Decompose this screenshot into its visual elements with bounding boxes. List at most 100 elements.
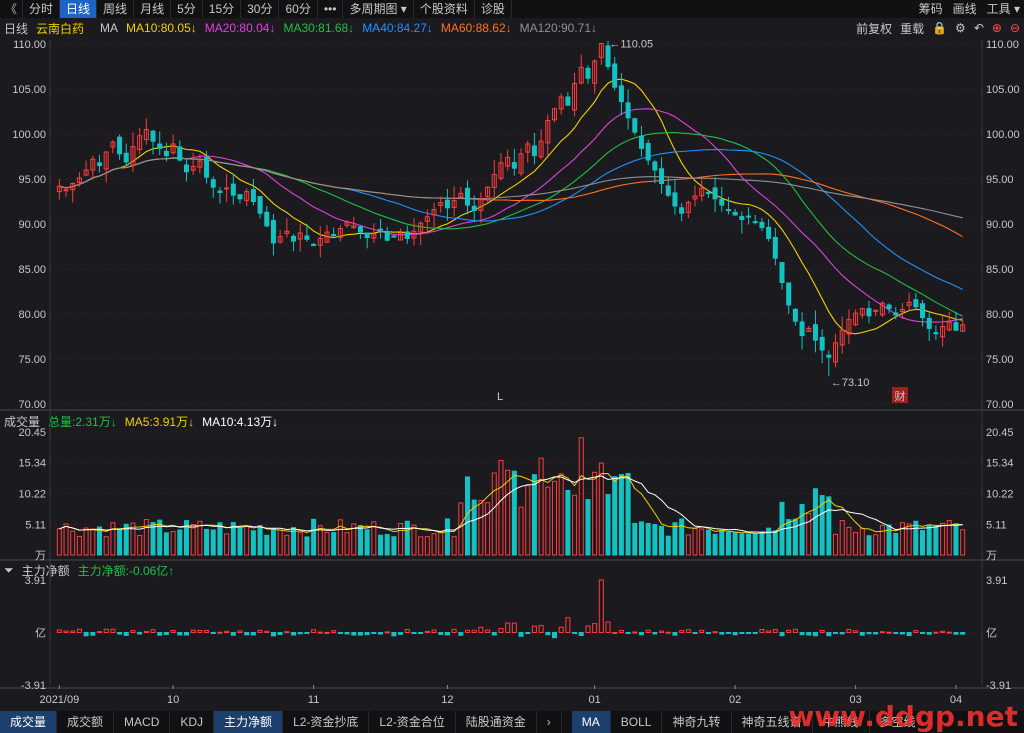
bottom-more-icon[interactable]: › [537,711,562,733]
mainflow-bar [70,630,76,633]
volume-bar [645,522,651,556]
volume-bar [56,528,62,556]
mainflow-bar [618,629,624,633]
mainflow-bar [638,632,644,636]
y-tick-label-right: 70.00 [986,399,1014,411]
volume-bar [391,536,397,556]
volume-bar [96,526,102,556]
volume-bar [424,536,430,556]
volume-bar [652,524,658,556]
tab-macd[interactable]: MACD [114,711,171,733]
candle-body [739,216,745,221]
tab-ma[interactable]: MA [571,711,611,733]
volume-bar [210,529,216,556]
mainflow-bar [746,632,752,634]
candle-body [705,191,711,194]
volume-bar [746,533,752,556]
volume-bar [190,523,196,556]
stock-chart[interactable]: 110.00 110.00 105.00 105.00 100.00 100.00 95.0… [0,0,1024,733]
mainflow-bar [705,632,711,634]
mainflow-bar [545,632,551,636]
volume-bar [866,535,872,556]
mainflow-bar [739,632,745,634]
mainflow-bar [143,630,149,634]
tab-boll[interactable]: BOLL [611,711,663,733]
mainflow-bar [511,622,517,634]
mainflow-bar [237,630,243,633]
volume-bar [163,532,169,556]
x-tick-label: 02 [729,694,741,706]
tab-l2-position[interactable]: L2-资金合位 [369,711,456,733]
volume-bar [812,488,818,556]
volume-bar [324,531,330,556]
tab-l2-bottom[interactable]: L2-资金抄底 [283,711,370,733]
mainflow-bar [719,632,725,635]
candle-body [679,207,685,214]
x-tick-label: 01 [589,694,601,706]
volume-bar [458,502,464,556]
mainflow-bar [551,632,557,639]
tab-hk-connect[interactable]: 陆股通资金 [456,711,537,733]
mainflow-bar [110,628,116,633]
volume-bar [859,527,865,556]
mainflow-bar [291,632,297,636]
candle-body [177,146,183,161]
tab-kdj[interactable]: KDJ [170,711,215,733]
volume-bar [578,437,584,556]
tab-turnover[interactable]: 成交额 [57,711,115,733]
vol-y-tick-right: 10.22 [986,489,1014,501]
tab-nine-turn[interactable]: 神奇九转 [662,711,732,733]
candle-body [926,317,932,329]
mainflow-bar [183,632,189,636]
volume-bar [839,520,845,556]
volume-bar [665,535,671,556]
mainflow-bar [652,632,658,635]
mainflow-bar [879,631,885,634]
volume-bar [893,532,899,556]
tab-mainflow[interactable]: 主力净额 [214,711,284,733]
candle-body [725,209,731,212]
volume-bar [913,520,919,556]
mainflow-bar [391,632,397,637]
mainflow-bar [725,632,731,634]
mainflow-bar [204,629,210,633]
candle-body [772,236,778,259]
candle-body [638,135,644,149]
mainflow-bar [833,632,839,634]
volume-bar [565,489,571,556]
volume-bar [378,534,384,556]
mainflow-bar [819,630,825,634]
mainflow-bar [230,632,236,636]
mainflow-bar [946,631,952,634]
candle-body [913,299,919,308]
volume-bar [960,529,966,556]
mainflow-bar [913,630,919,633]
mainflow-bar [431,629,437,634]
mainflow-bar [558,626,564,633]
volume-bar [491,472,497,556]
candle-body [391,235,397,238]
candle-body [96,162,102,167]
candle-body [565,96,571,106]
mainflow-bar [378,632,384,635]
mf-y-tick-right: 亿 [986,627,997,640]
volume-bar [632,522,638,556]
marker-l: L [497,391,503,403]
candle-body [746,215,752,218]
mainflow-bar [572,632,578,634]
volume-bar [485,502,491,556]
y-tick-label-right: 110.00 [986,39,1019,51]
candle-body [237,194,243,200]
volume-bar [732,532,738,556]
volume-bar [692,527,698,556]
tab-volume[interactable]: 成交量 [0,711,58,733]
mainflow-bar [150,629,156,634]
mainflow-bar [699,629,705,634]
candle-body [511,162,517,169]
mainflow-bar [130,630,136,633]
volume-bar [337,519,343,556]
vol-y-tick-right: 万 [986,550,997,562]
candle-body [618,85,624,103]
vol-y-tick-right: 15.34 [986,458,1014,470]
volume-bar [799,503,805,556]
